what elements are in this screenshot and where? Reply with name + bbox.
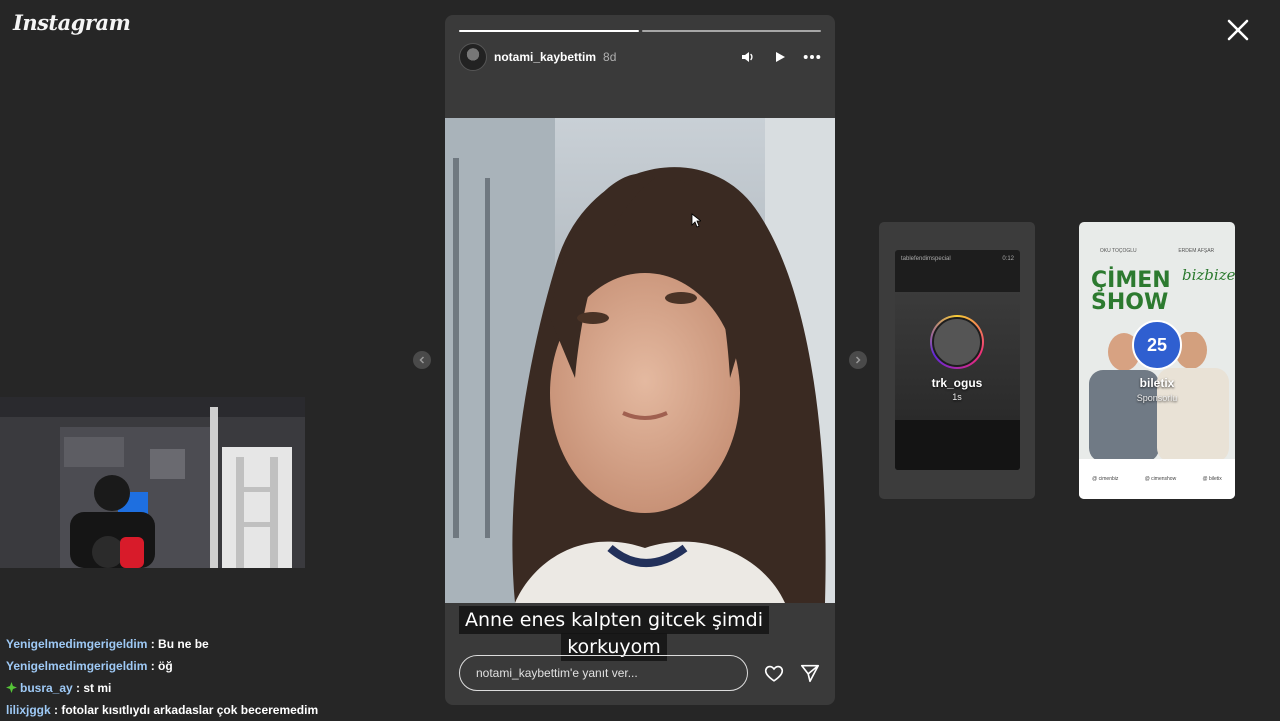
chat-message: Yenigelmedimgerigeldim : Bu ne be	[6, 637, 209, 651]
chat-username[interactable]: lilixjggk	[6, 703, 51, 717]
progress-segment	[459, 30, 639, 32]
story-progress	[459, 30, 821, 32]
story-username[interactable]: notami_kaybettim	[494, 50, 596, 64]
sponsored-label: Sponsorlu	[1136, 393, 1178, 403]
volume-icon	[742, 52, 753, 62]
progress-segment	[641, 30, 821, 32]
biletix-logo: 25	[1132, 320, 1182, 370]
preview-duration: 0:12	[1002, 256, 1014, 262]
preview-avatar	[930, 315, 984, 369]
close-icon	[1227, 19, 1249, 41]
ad-footer: @ cimenbiz @ cimenshow @ biletix	[1079, 459, 1235, 499]
ad-handle: @ cimenshow	[1144, 476, 1177, 482]
ad-title: ÇİMEN SHOW	[1091, 270, 1171, 314]
story-caption: Anne enes kalpten gitcek şimdi korkuyom	[449, 606, 779, 661]
preview-performer-1: OKU TOÇOGLU	[1099, 248, 1137, 254]
like-button[interactable]	[763, 662, 785, 684]
chat-text: fotolar kısıtlıydı arkadaslar çok becere…	[61, 703, 319, 717]
chat-message: lilixjggk : fotolar kısıtlıydı arkadasla…	[6, 703, 319, 717]
close-button[interactable]	[1224, 16, 1252, 44]
heart-icon	[764, 665, 784, 682]
webcam-overlay	[0, 397, 305, 568]
mouse-cursor-icon	[691, 213, 701, 228]
chat-username[interactable]: Yenigelmedimgerigeldim	[6, 637, 147, 651]
preview-name: trk_ogus	[931, 376, 983, 390]
more-options-button[interactable]	[803, 48, 821, 66]
chat-text: öğ	[158, 659, 173, 673]
mute-button[interactable]	[739, 48, 757, 66]
chat-message: busra_ay : st mi	[6, 677, 426, 699]
chevron-right-icon	[855, 356, 861, 364]
preview-time: 1s	[952, 392, 962, 402]
subscriber-badge-icon	[6, 682, 17, 693]
story-preview-trk-ogus[interactable]: tablefendimspecial 0:12 trk_ogus 1s	[879, 222, 1035, 499]
reply-bar	[459, 655, 821, 691]
chat-text: Bu ne be	[158, 637, 209, 651]
story-time: 8d	[603, 50, 617, 64]
story-header: notami_kaybettim 8d	[459, 43, 821, 71]
instagram-logo[interactable]: Instagram	[13, 10, 131, 35]
reply-input[interactable]	[459, 655, 748, 691]
preview-name: biletix	[1139, 376, 1175, 390]
next-story-button[interactable]	[849, 351, 867, 369]
chat-text: st mi	[83, 681, 112, 695]
chat-username[interactable]: busra_ay	[20, 681, 73, 695]
preview-account: tablefendimspecial	[901, 256, 951, 262]
story-viewer[interactable]: notami_kaybettim 8d Anne enes kalpten gi…	[445, 15, 835, 705]
ad-handle: @ biletix	[1202, 476, 1222, 482]
send-icon	[800, 664, 820, 683]
ad-title-line-2: SHOW	[1091, 290, 1169, 315]
stream-chat: Yenigelmedimgerigeldim : Bu ne be Yenige…	[6, 633, 426, 721]
chevron-left-icon	[419, 356, 425, 364]
story-preview-biletix[interactable]: OKU TOÇOGLU ERDEM AFŞAR ÇİMEN SHOW bizbi…	[1079, 222, 1235, 499]
ad-handle: @ cimenbiz	[1092, 476, 1119, 482]
ad-script-title: bizbize	[1182, 266, 1235, 284]
story-photo	[445, 118, 835, 603]
play-icon	[776, 52, 785, 62]
share-button[interactable]	[799, 662, 821, 684]
previous-story-button[interactable]	[413, 351, 431, 369]
caption-line-1: Anne enes kalpten gitcek şimdi	[458, 606, 770, 634]
avatar[interactable]	[459, 43, 487, 71]
preview-performer-2: ERDEM AFŞAR	[1178, 248, 1215, 254]
play-button[interactable]	[771, 48, 789, 66]
chat-message: Yenigelmedimgerigeldim : öğ	[6, 659, 173, 673]
chat-username[interactable]: Yenigelmedimgerigeldim	[6, 659, 147, 673]
more-icon	[803, 55, 821, 59]
